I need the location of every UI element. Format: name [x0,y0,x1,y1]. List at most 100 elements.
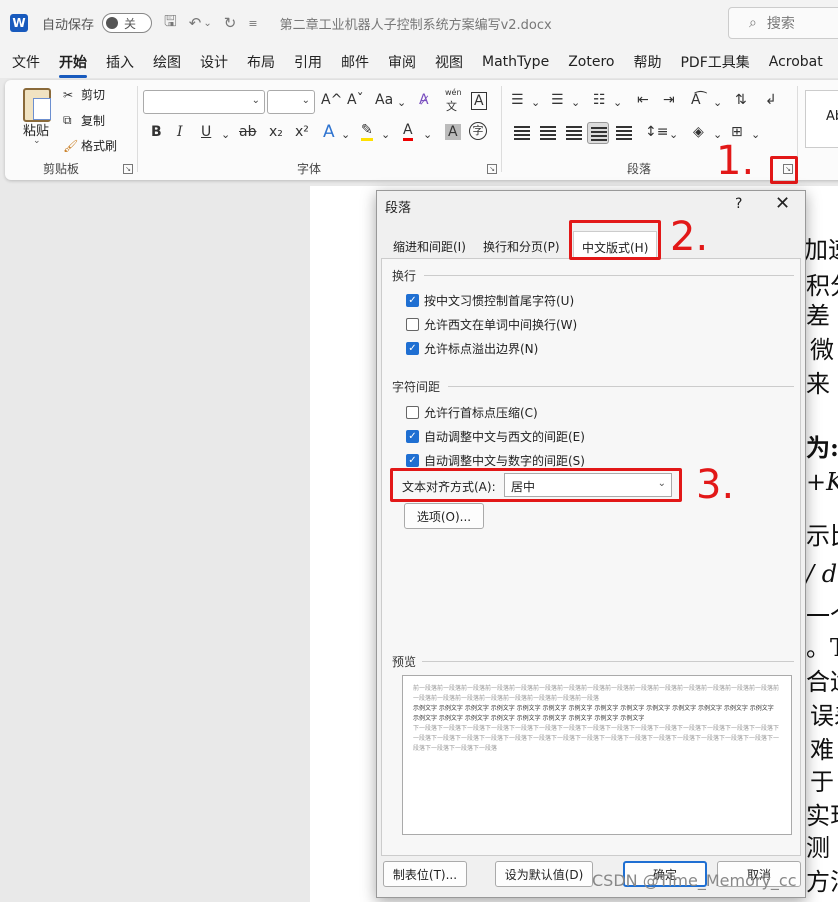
doc-text-fragment: 示比 [806,522,838,550]
bullets-icon[interactable]: ☰ [511,92,524,108]
bullets-dropdown-icon[interactable]: ⌄ [531,96,540,109]
italic-button[interactable]: I [177,124,183,140]
help-button[interactable]: ? [735,196,742,212]
shrink-font-button[interactable]: Aˇ [347,92,364,108]
paste-icon[interactable] [23,88,51,122]
checkbox-checked[interactable]: ✓ [406,430,419,443]
menu-tab-acrobat[interactable]: Acrobat [769,54,823,70]
font-size-combo[interactable]: ⌄ [267,90,315,114]
sort-icon[interactable]: ⇅ [735,92,747,108]
text-effects-button[interactable]: A [323,122,335,142]
set-default-button[interactable]: 设为默认值(D) [495,861,593,887]
underline-dropdown-icon[interactable]: ⌄ [221,128,230,141]
checkbox-unchecked[interactable] [406,406,419,419]
option-row[interactable]: 允许行首标点压缩(C) [406,404,538,421]
numbering-icon[interactable]: ☰ [551,92,564,108]
option-row[interactable]: ✓ 允许标点溢出边界(N) [406,340,538,357]
save-icon[interactable]: 🖫 [164,11,177,36]
char-shading-button[interactable]: A [445,124,461,140]
shading-icon[interactable]: ◈ [693,124,704,140]
menu-tab-design[interactable]: 设计 [200,52,228,72]
highlight-dropdown-icon[interactable]: ⌄ [381,128,390,141]
menu-tab-draw[interactable]: 绘图 [153,52,181,72]
multilevel-list-icon[interactable]: ☷ [593,92,606,108]
menu-tab-references[interactable]: 引用 [294,52,322,72]
tabs-button[interactable]: 制表位(T)... [383,861,467,887]
underline-button[interactable]: U [201,124,211,140]
option-row[interactable]: ✓ 自动调整中文与数字的间距(S) [406,452,585,469]
preview-previous-paragraph: 前一段落前一段落前一段落前一段落前一段落前一段落前一段落前一段落前一段落前一段落… [413,685,780,702]
close-icon[interactable]: ✕ [775,193,790,214]
option-row[interactable]: ✓ 按中文习惯控制首尾字符(U) [406,292,574,309]
superscript-button[interactable]: x² [295,124,309,140]
asian-layout-dropdown-icon[interactable]: ⌄ [713,96,722,109]
menu-tab-mailings[interactable]: 邮件 [341,52,369,72]
asian-layout-icon[interactable]: A͡ [691,92,701,108]
font-name-combo[interactable]: ⌄ [143,90,265,114]
line-spacing-icon[interactable]: ↕≡ [645,124,668,140]
tab-line-page-breaks[interactable]: 换行和分页(P) [477,235,566,257]
menu-tab-pdf-tools[interactable]: PDF工具集 [680,52,749,72]
align-left-button[interactable] [511,122,533,144]
copy-button[interactable]: ⧉ 复制 [63,112,105,129]
menu-tab-zotero[interactable]: Zotero [568,54,614,70]
clear-format-icon[interactable]: A̷ [419,92,429,108]
clipboard-launcher-icon[interactable]: ↘ [123,164,133,174]
customize-toolbar-icon[interactable]: ≡ [248,17,257,30]
multilevel-dropdown-icon[interactable]: ⌄ [613,96,622,109]
align-right-button[interactable] [563,122,585,144]
font-launcher-icon[interactable]: ↘ [487,164,497,174]
menu-tab-file[interactable]: 文件 [12,52,40,72]
clipboard-group-label: 剪贴板 [43,162,80,176]
increase-indent-icon[interactable]: ⇥ [663,92,675,108]
menu-tab-home[interactable]: 开始 [59,52,87,78]
options-button[interactable]: 选项(O)... [404,503,484,529]
change-case-dropdown-icon[interactable]: ⌄ [397,96,406,109]
distributed-button[interactable] [613,122,635,144]
char-border-button[interactable]: A [471,92,487,110]
bold-button[interactable]: B [151,124,162,140]
checkbox-checked[interactable]: ✓ [406,294,419,307]
redo-icon[interactable]: ↻ [224,14,237,32]
phonetic-guide-button[interactable]: 文 [446,98,457,114]
subscript-button[interactable]: x₂ [269,124,283,140]
grow-font-button[interactable]: A^ [321,92,342,108]
menu-tab-layout[interactable]: 布局 [247,52,275,72]
line-spacing-dropdown-icon[interactable]: ⌄ [669,128,678,141]
justify-button[interactable] [587,122,609,144]
menu-tab-help[interactable]: 帮助 [633,52,661,72]
change-case-button[interactable]: Aa [375,92,393,108]
enclose-char-button[interactable]: 字 [469,122,487,140]
checkbox-checked[interactable]: ✓ [406,342,419,355]
option-row[interactable]: ✓ 自动调整中文与西文的间距(E) [406,428,585,445]
tab-indents-spacing[interactable]: 缩进和间距(I) [387,235,472,257]
menu-tab-mathtype[interactable]: MathType [482,54,549,70]
undo-dropdown-icon[interactable]: ⌄ [203,18,211,29]
decrease-indent-icon[interactable]: ⇤ [637,92,649,108]
search-box[interactable]: ⌕ 搜索 [728,7,838,39]
section-divider [422,661,794,662]
highlight-icon[interactable]: ✎ [361,122,373,141]
option-row[interactable]: 允许西文在单词中间换行(W) [406,316,577,333]
align-center-button[interactable] [537,122,559,144]
font-color-button[interactable]: A [403,122,413,141]
strikethrough-button[interactable]: ab [239,124,256,140]
numbering-dropdown-icon[interactable]: ⌄ [571,96,580,109]
menu-tab-insert[interactable]: 插入 [106,52,134,72]
checkbox-checked[interactable]: ✓ [406,454,419,467]
chevron-down-icon: ⌄ [301,95,310,106]
undo-icon[interactable]: ↶ [189,14,202,32]
phonetic-guide-top[interactable]: wén [445,88,462,97]
checkbox-unchecked[interactable] [406,318,419,331]
cut-button[interactable]: ✂ 剪切 [63,86,105,103]
autosave-toggle[interactable]: 关 [102,13,153,33]
styles-gallery[interactable]: Ab [805,90,838,148]
text-effects-dropdown-icon[interactable]: ⌄ [341,128,350,141]
show-marks-icon[interactable]: ↲ [765,92,777,108]
format-painter-button[interactable]: 🖌 格式刷 [63,137,117,154]
menu-tab-review[interactable]: 审阅 [388,52,416,72]
menu-tab-view[interactable]: 视图 [435,52,463,72]
font-color-dropdown-icon[interactable]: ⌄ [423,128,432,141]
paste-dropdown-icon[interactable]: ⌄ [33,136,41,146]
doc-text-fragment: / dt [806,560,838,588]
